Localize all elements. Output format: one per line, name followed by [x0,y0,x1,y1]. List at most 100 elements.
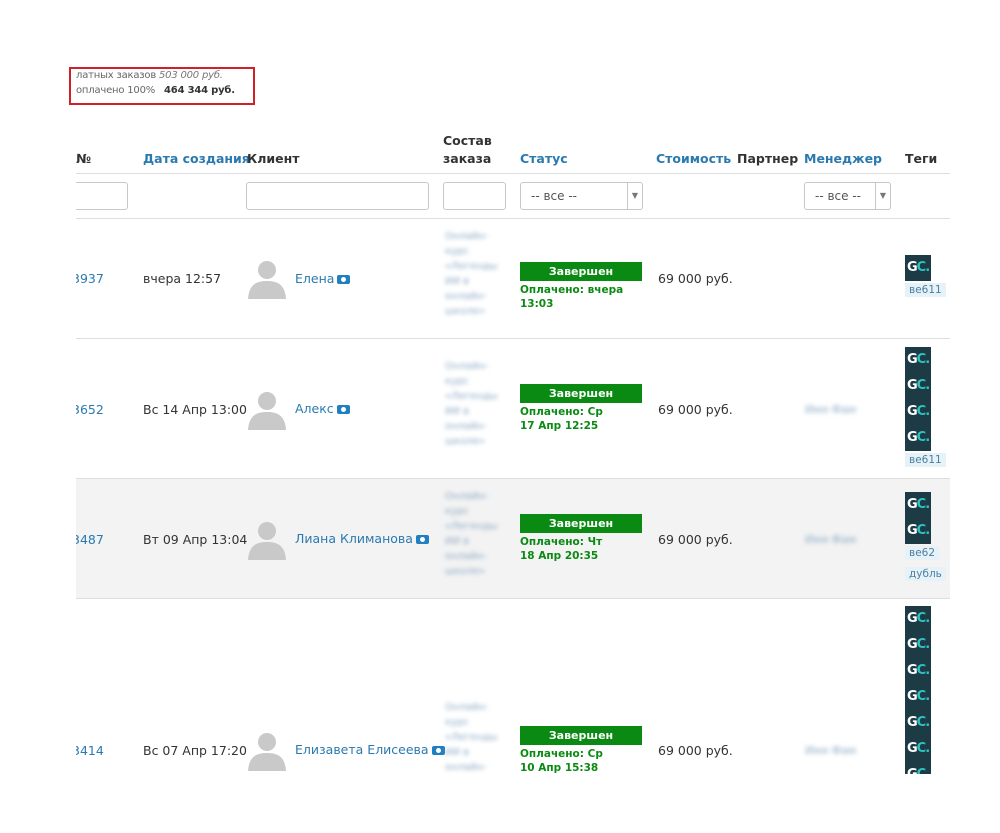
composition-text: школе» [445,306,485,317]
composition-text: ИИ в [445,276,470,287]
gc-logo-icon: GC. [905,255,931,281]
gc-dot: C. [916,404,931,419]
composition-text: «Легенды [445,391,498,402]
composition-text: Онлайн- [445,361,489,372]
gc-logo-icon: GC. [905,736,931,762]
gc-logo-icon: GC. [905,425,931,451]
composition-text: школе» [445,566,485,577]
gc-logo-icon: GC. [905,492,931,518]
filter-manager-select[interactable]: -- все -- ▼ [804,182,891,210]
composition-text: курс [445,717,469,728]
order-id-link[interactable]: 3414 [76,743,104,758]
gc-dot: C. [916,430,931,445]
col-header-composition-1: Состав [443,133,492,148]
order-id-link[interactable]: 3652 [76,402,104,417]
status-badge: Завершен [520,514,642,533]
composition-text: курс [445,376,469,387]
client-name: Лиана Климанова [295,531,413,546]
col-header-manager[interactable]: Менеджер [804,151,882,166]
gc-logo-icon: GC. [905,684,931,710]
gc-logo-icon: GC. [905,606,931,632]
col-header-status[interactable]: Статус [520,151,568,166]
client-name-link[interactable]: Алекс [295,401,350,416]
gc-dot: C. [916,715,931,730]
client-name-link[interactable]: Елена [295,271,351,286]
client-name-link[interactable]: Лиана Климанова [295,531,429,546]
tag-badge[interactable]: ве611 [905,453,946,467]
gc-dot: C. [916,611,931,626]
composition-text: Онлайн- [445,702,489,713]
paid-info: Оплачено: Чт 18 Апр 20:35 [520,536,603,562]
gc-letter: G [907,260,918,275]
created-date: Вс 14 Апр 13:00 [143,402,247,417]
gc-dot: C. [916,523,931,538]
client-name: Елена [295,271,335,286]
tag-badge[interactable]: дубль [905,567,946,581]
status-badge: Завершен [520,726,642,745]
composition-text: «Легенды [445,261,498,272]
camera-icon [336,405,350,414]
filter-composition-input[interactable] [443,182,506,210]
gc-logo-icon: GC. [905,373,931,399]
composition-text: курс [445,246,469,257]
tag-badge[interactable]: ве62 [905,546,940,560]
composition-text: курс [445,506,469,517]
gc-dot: C. [916,378,931,393]
gc-logo-icon: GC. [905,399,931,425]
gc-logo-icon: GC. [905,710,931,736]
orders-table: № Дата создания Клиент Состав заказа Ста… [76,0,950,833]
col-header-created[interactable]: Дата создания [143,151,250,166]
composition-text: онлайн- [445,551,487,562]
camera-icon [415,535,429,544]
gc-dot: C. [916,663,931,678]
gc-dot: C. [916,689,931,704]
order-composition: Онлайн- курс «Легенды ИИ в онлайн- школе… [445,489,498,579]
gc-dot: C. [916,352,931,367]
gc-letter: G [907,611,918,626]
gc-logo-icon: GC. [905,518,931,544]
gc-logo-icon: GC. [905,632,931,658]
col-header-id[interactable]: № [76,151,91,166]
paid-info: Оплачено: вчера 13:03 [520,284,624,310]
avatar-placeholder-icon [248,261,286,299]
gc-letter: G [907,404,918,419]
avatar-placeholder-icon [248,392,286,430]
filter-id-input[interactable] [76,182,128,210]
filter-status-select[interactable]: -- все -- ▼ [520,182,643,210]
chevron-down-icon: ▼ [627,183,642,209]
composition-text: ИИ в [445,536,470,547]
order-id-link[interactable]: 3937 [76,271,104,286]
gc-dot: C. [917,767,931,774]
avatar-placeholder-icon [248,733,286,771]
order-id-link[interactable]: 3487 [76,532,104,547]
bottom-cutoff [76,774,950,833]
col-header-cost[interactable]: Стоимость [656,151,731,166]
composition-text: ИИ в [445,747,470,758]
composition-text: школе» [445,436,485,447]
composition-text: «Легенды [445,732,498,743]
gc-dot: C. [916,260,931,275]
composition-text: онлайн- [445,291,487,302]
created-date: Вт 09 Апр 13:04 [143,532,248,547]
manager-name: Имя Фам [805,744,857,757]
client-name-link[interactable]: Елизавета Елисеева [295,742,445,757]
gc-letter: G [907,715,918,730]
camera-icon [431,746,445,755]
filter-client-input[interactable] [246,182,429,210]
col-header-partner: Партнер [737,151,799,166]
created-date: Вс 07 Апр 17:20 [143,743,247,758]
order-price: 69 000 руб. [658,743,733,758]
header-divider [76,173,950,174]
gc-logo-icon: GC. [905,762,931,774]
gc-logo-icon: GC. [905,658,931,684]
gc-letter: G [907,689,918,704]
gc-letter: G [907,663,918,678]
gc-letter: G [907,378,918,393]
composition-text: «Легенды [445,521,498,532]
order-price: 69 000 руб. [658,532,733,547]
gc-letter: G [907,767,918,774]
order-composition: Онлайн- курс «Легенды ИИ в онлайн- [445,700,498,775]
gc-logo-icon: GC. [905,347,931,373]
order-price: 69 000 руб. [658,271,733,286]
tag-badge[interactable]: ве611 [905,283,946,297]
